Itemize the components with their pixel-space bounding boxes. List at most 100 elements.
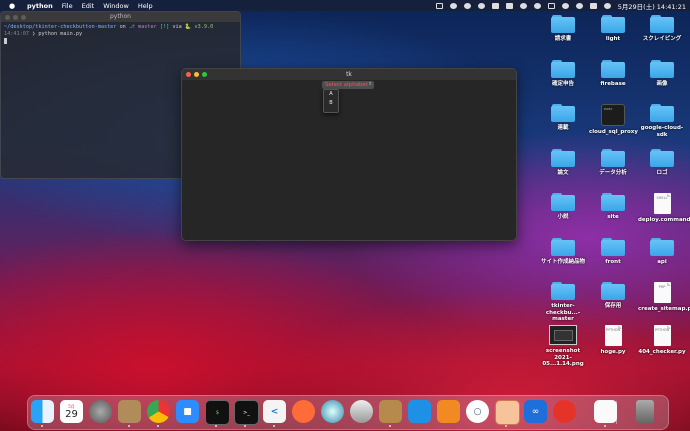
folder-icon — [650, 15, 674, 33]
postman-icon[interactable] — [292, 400, 315, 423]
menu-app-python[interactable]: python — [27, 2, 53, 10]
desktop-item-label: サイト作成納品物 — [540, 259, 585, 265]
desktop-item[interactable]: exec cloud_sql_proxy — [589, 104, 638, 136]
desktop-item[interactable]: 確定申告 — [539, 60, 587, 88]
desktop-item[interactable]: ロゴ — [638, 149, 686, 177]
cloud-icon[interactable] — [491, 2, 499, 9]
desktop-item[interactable]: light — [589, 15, 637, 43]
calendar-icon[interactable]: 5月 29 — [60, 400, 83, 423]
desktop-item[interactable]: スクレイピング — [638, 15, 686, 43]
trash-icon[interactable] — [636, 400, 654, 423]
document-icon[interactable] — [594, 400, 617, 423]
desktop-item[interactable]: 連載 — [539, 104, 587, 132]
record-icon[interactable] — [449, 2, 457, 9]
screen-icon[interactable] — [505, 2, 513, 9]
desktop-item[interactable]: front — [589, 238, 637, 266]
siri-icon[interactable] — [603, 2, 611, 9]
tk-window[interactable]: tk Select alphabet ⇕ A B — [181, 68, 517, 241]
system-preferences-icon[interactable] — [89, 400, 112, 423]
clock-status-icon[interactable] — [463, 2, 471, 9]
quicktime-icon[interactable] — [321, 400, 344, 423]
zoom-icon[interactable]: ■ — [176, 400, 199, 423]
menubar-datetime[interactable]: 5月29日(土) 14:41:21 — [618, 1, 686, 11]
minimize-button[interactable] — [13, 15, 18, 20]
desktop-item[interactable]: SHELL deploy.command — [638, 193, 690, 224]
menu-edit[interactable]: Edit — [82, 2, 95, 10]
preview-icon[interactable] — [495, 400, 520, 425]
desktop-item-label: 画像 — [656, 81, 668, 87]
display-icon[interactable] — [435, 2, 443, 9]
desktop-item[interactable]: tkinter-checkbu...-master — [539, 282, 587, 323]
control-center-icon[interactable] — [589, 2, 597, 9]
desktop-item-label: 請求書 — [554, 36, 572, 42]
desktop-item[interactable]: 小説 — [539, 193, 587, 221]
desktop-item[interactable]: サイト作成納品物 — [539, 238, 587, 266]
status-area: 5月29日(土) 14:41:21 — [435, 0, 686, 11]
infinity-icon[interactable]: ∞ — [524, 400, 547, 423]
iterm-icon[interactable]: $ — [205, 400, 230, 425]
document-kind-label: SHELL — [656, 196, 668, 200]
bluetooth-icon[interactable] — [533, 2, 541, 9]
finder-icon[interactable] — [31, 400, 54, 423]
contacts-icon[interactable] — [118, 400, 141, 423]
window-controls — [5, 15, 26, 20]
desktop-item[interactable]: PYTHON hoge.py — [589, 325, 637, 356]
zoom-button[interactable] — [21, 15, 26, 20]
menu-help[interactable]: Help — [138, 2, 153, 10]
desktop-item[interactable]: 画像 — [638, 60, 686, 88]
desktop-item-label: 確定申告 — [551, 81, 574, 87]
desktop-item[interactable]: screenshot 2021-05...1.14.png — [539, 325, 587, 368]
menu-window[interactable]: Window — [103, 2, 129, 10]
sourcetree-icon[interactable] — [437, 400, 460, 423]
chrome-icon[interactable] — [147, 400, 170, 423]
desktop-item[interactable]: データ分析 — [589, 149, 637, 177]
prompt-symbol: ❯ — [32, 31, 36, 37]
folder-icon — [601, 149, 625, 167]
desktop-item[interactable]: PYTHON 404_checker.py — [638, 325, 686, 356]
running-indicator — [41, 425, 43, 427]
desktop-item[interactable]: PHP create_sitemap.php — [638, 282, 690, 313]
desktop-item[interactable]: google-cloud-sdk — [638, 104, 686, 138]
tk-zoom-button[interactable] — [202, 72, 207, 77]
folder-icon — [551, 238, 575, 256]
wifi-icon[interactable] — [561, 2, 569, 9]
clock-icon[interactable] — [553, 400, 576, 423]
select-alphabet-label: Select alphabet — [325, 82, 368, 88]
dropdown-option-a[interactable]: A — [324, 90, 338, 99]
rocket-icon[interactable]: ○ — [466, 400, 489, 423]
docker-icon[interactable] — [408, 400, 431, 423]
tk-titlebar[interactable]: tk — [182, 69, 516, 80]
apple-icon[interactable]: ● — [8, 2, 16, 10]
desktop-item[interactable]: 請求書 — [539, 15, 587, 43]
dropdown-option-b[interactable]: B — [324, 99, 338, 108]
terminal-icon[interactable]: >_ — [234, 400, 259, 425]
battery-icon[interactable] — [547, 2, 555, 9]
archive-utility-icon[interactable] — [379, 400, 402, 423]
document-kind-label: PHP — [658, 285, 666, 289]
p-status-icon[interactable] — [477, 2, 485, 9]
desktop-item-label: site — [607, 214, 619, 220]
desktop-item-label: google-cloud-sdk — [640, 125, 684, 138]
select-alphabet-menubutton[interactable]: Select alphabet ⇕ — [322, 81, 374, 89]
terminal-content[interactable]: ~/desktop/tkinter-checkbutton-master on … — [1, 22, 240, 48]
desktop-item[interactable]: site — [589, 193, 637, 221]
close-button[interactable] — [5, 15, 10, 20]
tk-close-button[interactable] — [186, 72, 191, 77]
stop-icon[interactable] — [519, 2, 527, 9]
terminal-command: python main.py — [38, 31, 83, 37]
terminal-titlebar[interactable]: python — [1, 12, 240, 22]
menu-file[interactable]: File — [62, 2, 73, 10]
tk-minimize-button[interactable] — [194, 72, 199, 77]
running-indicator — [128, 425, 130, 427]
prompt-git-status: [!] — [159, 24, 170, 30]
desktop-item[interactable]: api — [638, 238, 686, 266]
tk-title: tk — [346, 71, 352, 78]
desktop-item[interactable]: 論文 — [539, 149, 587, 177]
desktop-item[interactable]: firebase — [589, 60, 637, 88]
vscode-icon[interactable]: < — [263, 400, 286, 423]
folder-icon — [601, 60, 625, 78]
desktop-item[interactable]: 保存用 — [589, 282, 637, 310]
sequel-pro-icon[interactable] — [350, 400, 373, 423]
folder-icon — [551, 282, 575, 300]
search-icon[interactable] — [575, 2, 583, 9]
